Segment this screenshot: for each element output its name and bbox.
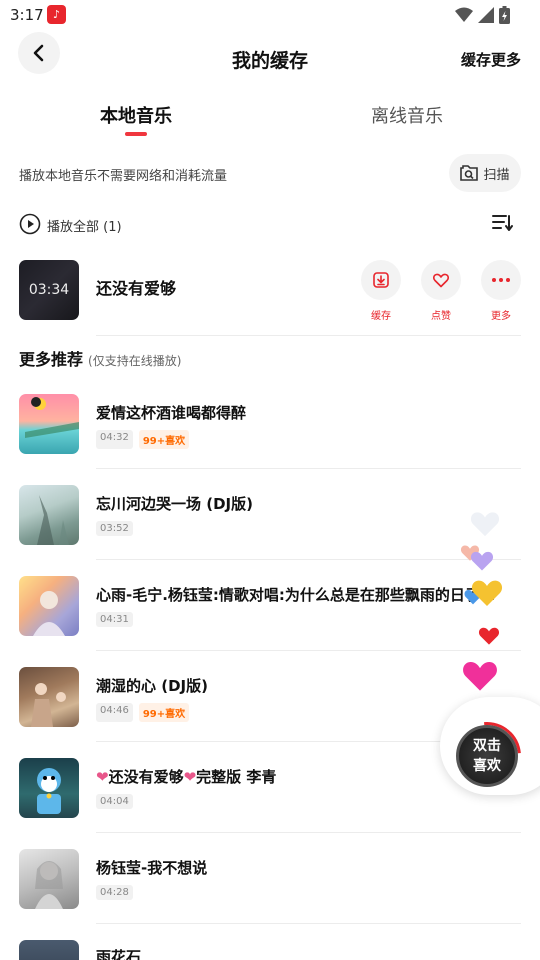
tab-local-music[interactable]: 本地音乐 [100,102,172,128]
heart-emoji: ❤ [183,768,197,786]
song-title-suffix: 完整版 李青 [196,768,277,786]
download-icon [373,272,389,288]
cache-more-button[interactable]: 缓存更多 [461,49,521,70]
wifi-icon [455,7,473,22]
song-title: 忘川河边哭一场 (DJ版) [96,495,253,513]
divider [96,832,521,833]
divider [96,923,521,924]
scan-icon [460,165,479,181]
song-title-main: 还没有爱够 [108,768,184,786]
divider [96,559,521,560]
recommend-title: 更多推荐 [19,350,84,369]
cache-action-button[interactable] [361,260,401,300]
song-meta: 04:28 [96,885,133,900]
like-action[interactable]: 点赞 [421,260,461,322]
divider [96,335,521,336]
local-song-item[interactable]: 03:34 还没有爱够 缓存 点赞 更多 [0,258,540,336]
scan-button[interactable]: 扫描 [449,154,521,192]
song-title: ❤还没有爱够❤完整版 李青 [96,766,276,787]
song-title: 还没有爱够 [96,279,177,298]
song-meta: 03:52 [96,521,133,536]
page-title: 我的缓存 [231,50,308,72]
song-meta: 04:46 99+喜欢 [96,703,190,722]
song-duration: 03:52 [96,521,133,536]
song-meta: 04:32 99+喜欢 [96,430,190,449]
play-circle-icon[interactable] [19,213,41,235]
list-item[interactable]: 心雨-毛宁.杨钰莹:情歌对唱:为什么总是在那些飘雨的日子… 04:31 [0,576,540,666]
double-tap-label-2: 喜欢 [473,758,501,774]
heart-icon [470,551,494,571]
heart-icon [463,662,497,691]
status-time: 3:17 [10,6,44,24]
tab-bar: 本地音乐 离线音乐 [0,92,540,142]
song-duration: 04:28 [96,885,133,900]
song-duration: 04:46 [96,703,133,722]
song-cover [19,394,79,454]
song-meta: 04:04 [96,794,133,809]
song-title: 爱情这杯酒谁喝都得醉 [96,404,247,422]
battery-icon [499,6,510,24]
like-badge: 99+喜欢 [138,430,190,449]
more-dots-icon [492,278,510,282]
status-icons [455,6,510,24]
song-cover [19,576,79,636]
heart-icon [470,512,500,537]
sort-icon[interactable] [492,213,514,233]
divider [96,468,521,469]
list-item[interactable]: 雨花石 [0,940,540,960]
cache-action-label: 缓存 [371,311,391,322]
song-title: 雨花石 [96,948,142,960]
scan-label: 扫描 [483,167,510,183]
header: 我的缓存 缓存更多 [0,32,540,88]
double-tap-label-1: 双击 [473,738,501,754]
song-cover [19,667,79,727]
more-action-label: 更多 [491,311,511,322]
music-app-icon: ♪ [47,5,66,24]
song-title: 杨钰莹-我不想说 [96,859,208,877]
cache-action[interactable]: 缓存 [361,260,401,322]
tab-offline-music[interactable]: 离线音乐 [371,102,443,128]
list-item[interactable]: 杨钰莹-我不想说 04:28 [0,849,540,939]
tab-indicator [125,132,147,136]
song-title: 潮湿的心 (DJ版) [96,677,208,695]
list-item[interactable]: 爱情这杯酒谁喝都得醉 04:32 99+喜欢 [0,394,540,484]
song-duration: 04:31 [96,612,133,627]
song-cover [19,849,79,909]
divider [96,650,521,651]
recommend-subtitle: (仅支持在线播放) [88,354,182,368]
song-cover [19,758,79,818]
play-all-label[interactable]: 播放全部 (1) [47,216,122,235]
like-action-label: 点赞 [431,311,451,322]
song-duration: 04:32 [96,430,133,449]
heart-icon [478,627,500,645]
play-all-row[interactable]: 播放全部 (1) [0,206,540,242]
info-text: 播放本地音乐不需要网络和消耗流量 [19,169,228,184]
like-action-button[interactable] [421,260,461,300]
song-meta: 04:31 [96,612,133,627]
more-action-button[interactable] [481,260,521,300]
heart-icon [433,273,449,287]
recommend-header: 更多推荐 (仅支持在线播放) [19,346,181,370]
list-item[interactable]: 忘川河边哭一场 (DJ版) 03:52 [0,485,540,575]
double-tap-text[interactable]: 双击 喜欢 [456,725,518,787]
status-bar: 3:17 ♪ [0,0,540,32]
signal-icon [478,7,494,23]
song-cover: 03:34 [19,260,79,320]
more-action[interactable]: 更多 [481,260,521,322]
info-row: 播放本地音乐不需要网络和消耗流量 扫描 [0,152,540,194]
song-duration: 04:04 [96,794,133,809]
heart-icon [471,580,503,606]
song-cover [19,940,79,960]
like-badge: 99+喜欢 [138,703,190,722]
song-cover [19,485,79,545]
heart-emoji: ❤ [96,768,109,786]
song-title: 心雨-毛宁.杨钰莹:情歌对唱:为什么总是在那些飘雨的日子… [96,586,495,604]
